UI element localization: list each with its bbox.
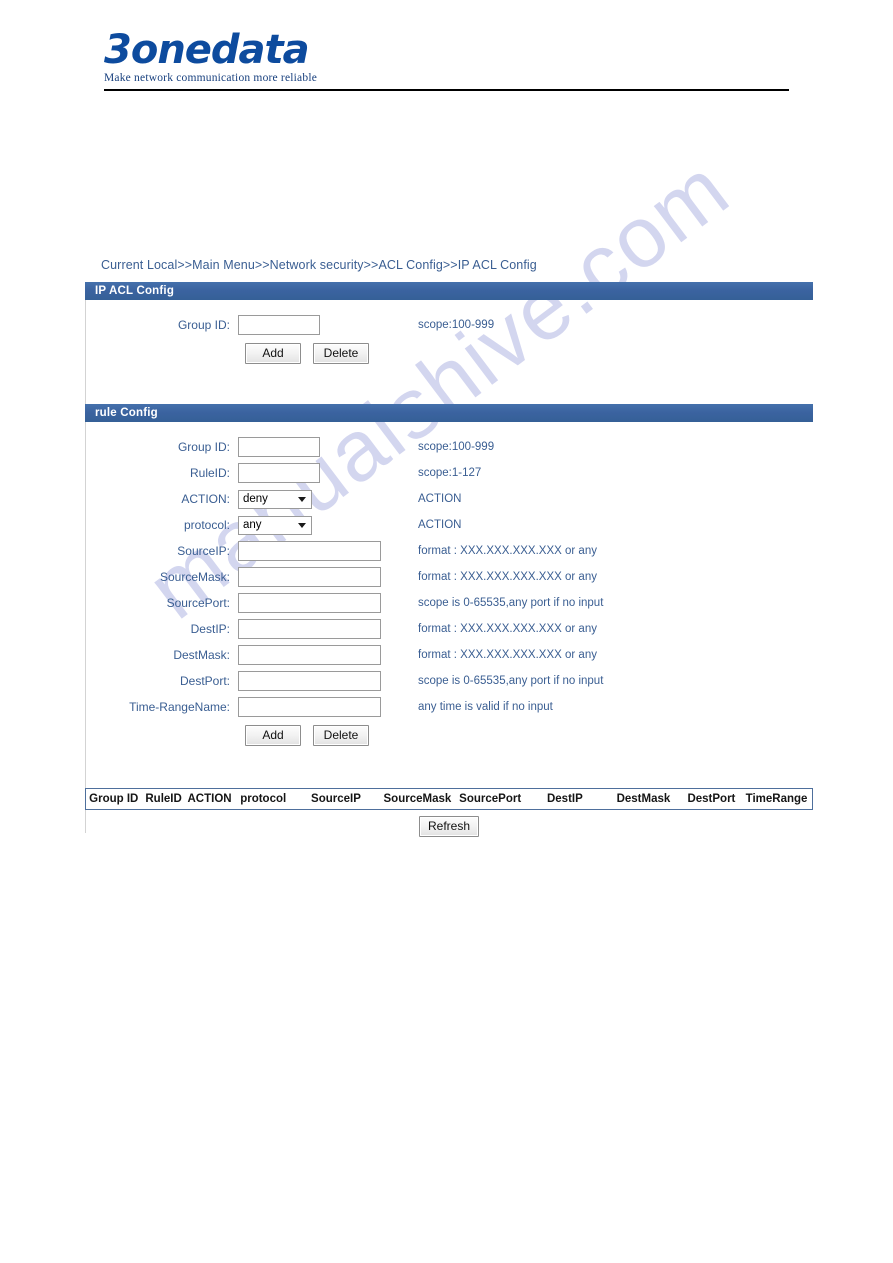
hint-source-mask: format : XXX.XXX.XXX.XXX or any <box>418 571 597 583</box>
control-source-mask <box>238 567 398 587</box>
brand-name: 3onedata <box>104 27 310 73</box>
select-protocol[interactable]: any <box>238 515 312 535</box>
form-row-dest-port: DestPort: scope is 0-65535,any port if n… <box>85 668 815 694</box>
brand-tagline: Make network communication more reliable <box>104 72 318 84</box>
select-protocol-value: any <box>243 518 262 531</box>
rule-delete-button[interactable]: Delete <box>313 725 369 746</box>
select-action[interactable]: deny <box>238 489 312 509</box>
form-row-rule-group-id: Group ID: scope:100-999 <box>85 434 815 460</box>
label-action: ACTION: <box>181 492 230 506</box>
input-dest-ip[interactable] <box>238 619 381 639</box>
label-dest-mask: DestMask: <box>173 648 230 662</box>
rule-config-body: Group ID: scope:100-999 RuleID: scope:1-… <box>85 422 815 756</box>
content-column: Current Local>>Main Menu>>Network securi… <box>85 258 815 837</box>
label-rule-id: RuleID: <box>189 466 230 480</box>
hint-dest-ip: format : XXX.XXX.XXX.XXX or any <box>418 623 597 635</box>
column-header-time-range: TimeRange <box>745 793 808 805</box>
control-dest-port <box>238 671 398 691</box>
hint-action: ACTION <box>418 493 462 505</box>
column-header-source-port: SourcePort <box>459 793 522 805</box>
hint-dest-mask: format : XXX.XXX.XXX.XXX or any <box>418 649 597 661</box>
input-dest-mask[interactable] <box>238 645 381 665</box>
refresh-button[interactable]: Refresh <box>419 816 479 837</box>
input-source-port[interactable] <box>238 593 381 613</box>
section-header-rule-config: rule Config <box>85 404 813 422</box>
form-row-action: ACTION: deny ACTION <box>85 486 815 512</box>
input-source-ip[interactable] <box>238 541 381 561</box>
column-header-rule-id: RuleID <box>145 793 182 805</box>
acl-rules-table: Group ID RuleID ACTION protocol SourceIP… <box>85 788 813 810</box>
form-row-protocol: protocol: any ACTION <box>85 512 815 538</box>
label-source-port: SourcePort: <box>166 596 230 610</box>
column-header-dest-mask: DestMask <box>616 793 671 805</box>
label-source-ip: SourceIP: <box>177 544 230 558</box>
control-time-range-name <box>238 697 398 717</box>
hint-rule-group-id: scope:100-999 <box>418 441 495 453</box>
form-row-group-id: Group ID: scope:100-999 <box>85 312 815 338</box>
control-source-ip <box>238 541 398 561</box>
select-action-value: deny <box>243 492 268 505</box>
label-time-range-name: Time-RangeName: <box>129 700 230 714</box>
label-group-id: Group ID: <box>177 318 230 332</box>
page-root: manualshive.com 3onedata Make network co… <box>0 0 893 1263</box>
form-row-rule-id: RuleID: scope:1-127 <box>85 460 815 486</box>
hint-dest-port: scope is 0-65535,any port if no input <box>418 675 604 687</box>
form-row-source-ip: SourceIP: format : XXX.XXX.XXX.XXX or an… <box>85 538 815 564</box>
column-header-dest-ip: DestIP <box>546 793 583 805</box>
form-row-source-mask: SourceMask: format : XXX.XXX.XXX.XXX or … <box>85 564 815 590</box>
label-rule-group-id: Group ID: <box>177 440 230 454</box>
form-row-source-port: SourcePort: scope is 0-65535,any port if… <box>85 590 815 616</box>
column-header-action: ACTION <box>187 793 232 805</box>
hint-source-ip: format : XXX.XXX.XXX.XXX or any <box>418 545 597 557</box>
input-rule-id[interactable] <box>238 463 320 483</box>
chevron-down-icon <box>298 497 306 502</box>
acl-add-button[interactable]: Add <box>245 343 301 364</box>
label-protocol: protocol: <box>183 518 230 532</box>
hint-time-range-name: any time is valid if no input <box>418 701 553 713</box>
ip-acl-config-body: Group ID: scope:100-999 Add Delete <box>85 300 815 374</box>
section-header-ip-acl-config: IP ACL Config <box>85 282 813 300</box>
label-dest-ip: DestIP: <box>190 622 230 636</box>
label-source-mask: SourceMask: <box>159 570 230 584</box>
form-row-time-range-name: Time-RangeName: any time is valid if no … <box>85 694 815 720</box>
acl-delete-button[interactable]: Delete <box>313 343 369 364</box>
table-header-row: Group ID RuleID ACTION protocol SourceIP… <box>86 789 812 809</box>
panel-gap-1 <box>85 374 815 404</box>
control-action: deny <box>238 489 398 509</box>
header-divider <box>104 89 789 91</box>
acl-button-row: Add Delete <box>85 343 815 364</box>
column-header-group-id: Group ID <box>89 793 139 805</box>
rule-button-row: Add Delete <box>85 725 815 746</box>
column-header-protocol: protocol <box>240 793 287 805</box>
input-rule-group-id[interactable] <box>238 437 320 457</box>
form-row-dest-mask: DestMask: format : XXX.XXX.XXX.XXX or an… <box>85 642 815 668</box>
control-rule-group-id <box>238 437 398 457</box>
control-group-id <box>238 315 398 335</box>
control-rule-id <box>238 463 398 483</box>
hint-protocol: ACTION <box>418 519 462 531</box>
chevron-down-icon <box>298 523 306 528</box>
input-acl-group-id[interactable] <box>238 315 320 335</box>
hint-rule-id: scope:1-127 <box>418 467 482 479</box>
column-header-source-ip: SourceIP <box>311 793 361 805</box>
hint-source-port: scope is 0-65535,any port if no input <box>418 597 604 609</box>
control-dest-mask <box>238 645 398 665</box>
control-protocol: any <box>238 515 398 535</box>
brand-logo: 3onedata Make network communication more… <box>104 30 317 84</box>
form-row-dest-ip: DestIP: format : XXX.XXX.XXX.XXX or any <box>85 616 815 642</box>
rule-add-button[interactable]: Add <box>245 725 301 746</box>
input-source-mask[interactable] <box>238 567 381 587</box>
hint-acl-group-id: scope:100-999 <box>418 319 495 331</box>
column-header-source-mask: SourceMask <box>383 793 452 805</box>
breadcrumb: Current Local>>Main Menu>>Network securi… <box>101 258 537 272</box>
input-time-range-name[interactable] <box>238 697 381 717</box>
control-source-port <box>238 593 398 613</box>
input-dest-port[interactable] <box>238 671 381 691</box>
refresh-button-row: Refresh <box>85 816 813 837</box>
control-dest-ip <box>238 619 398 639</box>
column-header-dest-port: DestPort <box>687 793 736 805</box>
label-dest-port: DestPort: <box>179 674 230 688</box>
panel-gap-2 <box>85 756 815 788</box>
